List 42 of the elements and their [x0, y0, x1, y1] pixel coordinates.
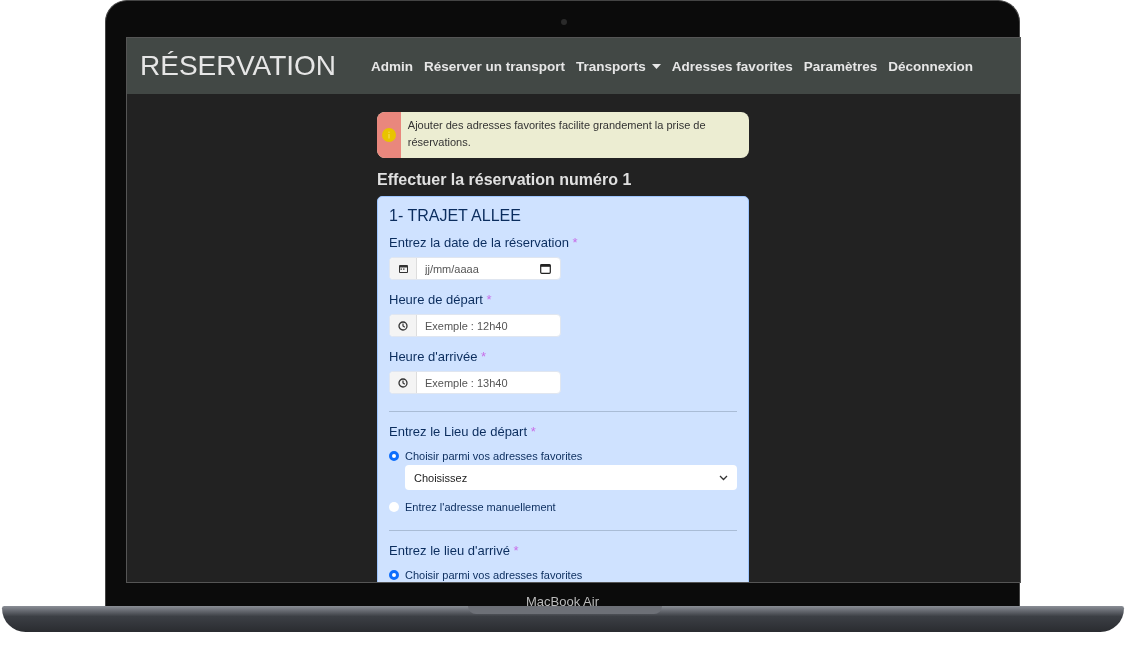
nav-link[interactable]: Transports	[576, 58, 661, 74]
required-mark: *	[486, 292, 492, 307]
radio-label[interactable]: Choisir parmi vos adresses favorites	[405, 569, 583, 581]
input-field[interactable]: Exemple : 12h40	[417, 318, 537, 333]
required-mark: *	[530, 424, 536, 439]
radio-button[interactable]	[389, 570, 399, 580]
field-label: Entrez la date de la réservation	[389, 235, 569, 250]
nav-link[interactable]: Paramètres	[803, 58, 878, 74]
calendar-icon[interactable]	[540, 263, 551, 274]
required-mark: *	[572, 235, 578, 250]
field-label: Heure d'arrivée	[389, 349, 478, 364]
input-group[interactable]: Exemple : 12h40	[389, 314, 561, 337]
caret-icon	[651, 63, 661, 69]
input-field[interactable]: jj/mm/aaaa	[417, 261, 537, 276]
field-label: Heure de départ	[389, 292, 483, 307]
radio-label[interactable]: Entrez l'adresse manuellement	[405, 501, 556, 513]
select-dropdown[interactable]: Choisissez	[405, 465, 737, 490]
clock-icon	[398, 320, 408, 331]
nav-link[interactable]: Déconnexion	[888, 58, 973, 74]
nav-link[interactable]: Réserver un transport	[424, 58, 566, 74]
required-mark: *	[481, 349, 487, 364]
radio-label[interactable]: Choisir parmi vos adresses favorites	[405, 450, 583, 462]
page-heading: Effectuer la réservation numéro 1	[377, 171, 633, 189]
field-label: Entrez le Lieu de départ	[389, 424, 528, 439]
chevron-icon	[719, 474, 728, 481]
card-title: 1- TRAJET ALLEE	[389, 207, 522, 225]
radio-button[interactable]	[389, 502, 399, 512]
calendar-icon	[398, 264, 408, 273]
camera-icon	[561, 19, 567, 25]
nav-link[interactable]: Adresses favorites	[671, 58, 793, 74]
radio-button[interactable]	[389, 451, 399, 461]
input-group[interactable]: Exemple : 13h40	[389, 371, 561, 394]
nav-link[interactable]: Admin	[371, 58, 413, 74]
brand-title: RÉSERVATION	[140, 50, 338, 82]
clock-icon	[398, 377, 408, 388]
info-icon	[381, 128, 396, 142]
field-label: Entrez le lieu d'arrivé	[389, 543, 510, 558]
required-mark: *	[513, 543, 519, 558]
input-field[interactable]: Exemple : 13h40	[417, 375, 537, 390]
alert-message: Ajouter des adresses favorites facilite grandement la prise de réservations.	[406, 118, 707, 150]
device-label: MacBook Air	[526, 594, 599, 609]
input-group[interactable]: jj/mm/aaaa	[389, 257, 561, 280]
